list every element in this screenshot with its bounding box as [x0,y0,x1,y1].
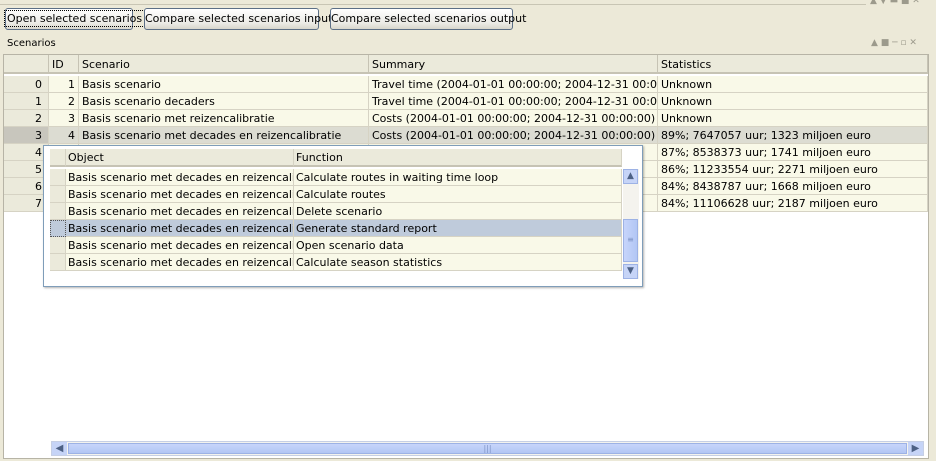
scroll-left-arrow-icon[interactable]: ◀ [52,442,67,455]
compare-output-button[interactable]: Compare selected scenarios output [330,8,526,30]
popup-row-gutter [50,237,66,254]
popup-column-header-object[interactable]: Object [66,149,294,167]
function-popup[interactable]: Object Function Basis scenario met decad… [43,145,643,287]
scenario-cell: Basis scenario [79,76,369,93]
horizontal-scrollbar[interactable]: ◀ ||| ▶ [51,441,924,456]
horizontal-scroll-thumb[interactable]: ||| [68,443,907,454]
summary-cell: Costs (2004-01-01 00:00:00; 2004-12-31 0… [369,127,658,144]
object-cell: Basis scenario met decades en reizencali… [66,186,294,203]
row-number: 3 [4,127,49,144]
object-cell: Basis scenario met decades en reizencali… [66,203,294,220]
row-number: 1 [4,93,49,110]
scenario-cell: Basis scenario met reizencalibratie [79,110,369,127]
summary-cell: Travel time (2004-01-01 00:00:00; 2004-1… [369,76,658,93]
function-cell: Generate standard report [294,220,622,237]
statistics-cell: 87%; 8538373 uur; 1741 miljoen euro [658,144,928,161]
table-row[interactable]: 2 3 Basis scenario met reizencalibratie … [4,110,928,127]
popup-vertical-scrollbar[interactable]: ▲ ≡ ▼ [623,169,639,279]
id-cell: 2 [49,93,79,110]
statistics-cell: 89%; 7647057 uur; 1323 miljoen euro [658,127,928,144]
table-header-row: ID Scenario Summary Statistics [4,55,928,74]
compare-output-label: Compare selected scenarios output [331,12,527,25]
id-cell: 3 [49,110,79,127]
scenario-cell: Basis scenario decaders [79,93,369,110]
open-selected-scenarios-label: Open selected scenarios [3,10,146,27]
top-separator [0,0,866,5]
panel-title: Scenarios [7,38,56,49]
scroll-up-arrow-icon[interactable]: ▲ [623,169,638,184]
statistics-cell: 84%; 11106628 uur; 2187 miljoen euro [658,195,928,212]
object-cell: Basis scenario met decades en reizencali… [66,237,294,254]
statistics-cell: Unknown [658,76,928,93]
summary-cell: Costs (2004-01-01 00:00:00; 2004-12-31 0… [369,110,658,127]
table-row[interactable]: 1 2 Basis scenario decaders Travel time … [4,93,928,110]
popup-row-gutter [50,254,66,271]
column-header-scenario[interactable]: Scenario [79,55,369,74]
popup-row-gutter [50,169,66,186]
statistics-cell: 84%; 8438787 uur; 1668 miljoen euro [658,178,928,195]
function-cell: Delete scenario [294,203,622,220]
object-cell: Basis scenario met decades en reizencali… [66,169,294,186]
summary-cell: Travel time (2004-01-01 00:00:00; 2004-1… [369,93,658,110]
function-cell: Calculate routes in waiting time loop [294,169,622,186]
object-cell: Basis scenario met decades en reizencali… [66,254,294,271]
panel-window-controls[interactable]: ▲ ■ ─ ▫ ✕ [871,38,917,48]
id-cell: 4 [49,127,79,144]
compare-input-button[interactable]: Compare selected scenarios input [144,8,332,30]
statistics-cell: Unknown [658,93,928,110]
column-header-statistics[interactable]: Statistics [658,55,928,74]
column-header-id[interactable]: ID [49,55,79,74]
row-number: 2 [4,110,49,127]
popup-column-header-function[interactable]: Function [294,149,622,167]
compare-input-label: Compare selected scenarios input [145,12,333,25]
object-cell: Basis scenario met decades en reizencali… [66,220,294,237]
popup-gutter-header [50,149,66,167]
table-row-selected[interactable]: 3 4 Basis scenario met decades en reizen… [4,127,928,144]
scroll-right-arrow-icon[interactable]: ▶ [908,442,923,455]
function-cell: Open scenario data [294,237,622,254]
column-header-summary[interactable]: Summary [369,55,658,74]
id-cell: 1 [49,76,79,93]
function-cell: Calculate routes [294,186,622,203]
popup-row-gutter [50,220,66,237]
statistics-cell: Unknown [658,110,928,127]
table-row[interactable]: 0 1 Basis scenario Travel time (2004-01-… [4,76,928,93]
top-window-controls[interactable]: ▲ ▼ ▬ ■ ✕ [870,0,920,6]
popup-scroll-thumb[interactable]: ≡ [623,219,638,262]
scroll-down-arrow-icon[interactable]: ▼ [623,264,638,279]
row-number: 0 [4,76,49,93]
popup-row-gutter [50,186,66,203]
scenario-cell: Basis scenario met decades en reizencali… [79,127,369,144]
function-cell: Calculate season statistics [294,254,622,271]
statistics-cell: 86%; 11233554 uur; 2271 miljoen euro [658,161,928,178]
open-selected-scenarios-button[interactable]: Open selected scenarios [3,8,146,30]
row-number-header [4,55,49,74]
popup-row-gutter [50,203,66,220]
